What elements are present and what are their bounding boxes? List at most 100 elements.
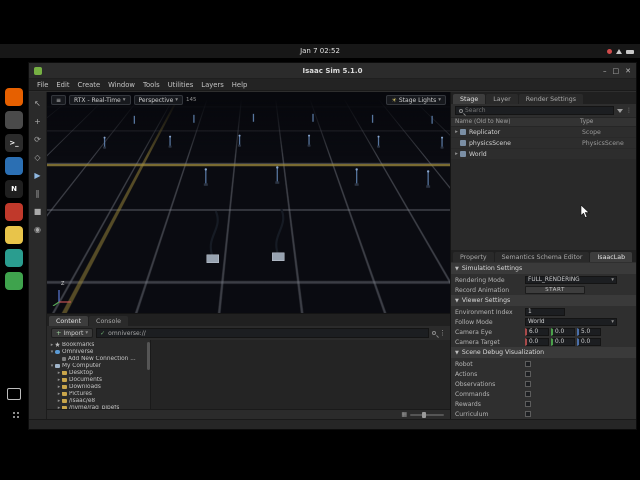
tree-item-my-computer[interactable]: ▾ My Computer — [47, 362, 150, 369]
rendering-mode-value: FULL_RENDERING — [528, 277, 580, 283]
environment-index-field[interactable]: 1 — [525, 308, 565, 316]
tab-property[interactable]: Property — [453, 252, 494, 262]
start-record-button[interactable]: START — [525, 286, 585, 294]
menu-layers[interactable]: Layers — [197, 81, 228, 89]
dock-item-notion[interactable]: N — [5, 180, 23, 198]
camera-target-y-field[interactable]: 0.0 — [551, 338, 575, 346]
commands-checkbox[interactable] — [525, 391, 531, 397]
stop-button[interactable]: ■ — [34, 208, 42, 216]
move-tool-button[interactable]: + — [34, 118, 41, 126]
tab-isaaclab[interactable]: IsaacLab — [590, 252, 632, 262]
menu-edit[interactable]: Edit — [52, 81, 73, 89]
filter-icon[interactable] — [617, 109, 623, 113]
follow-mode-select[interactable]: World ▾ — [525, 318, 617, 326]
menu-file[interactable]: File — [33, 81, 52, 89]
tree-item-path-2[interactable]: ▸/nvme/rag_pipefs — [47, 404, 150, 409]
caret-icon[interactable]: ▸ — [453, 151, 460, 157]
viewport-3d[interactable]: ≡ RTX - Real-Time ▾ Perspective ▾ 145 ☀ — [47, 92, 450, 314]
stage-row-replicator[interactable]: ▸ Replicator Scope — [451, 127, 636, 138]
content-grid[interactable] — [151, 340, 450, 409]
stage-row-world[interactable]: ▸ World — [451, 149, 636, 160]
section-viewer-settings[interactable]: ▼ Viewer Settings — [451, 295, 636, 306]
search-icon — [459, 109, 463, 113]
section-simulation-settings[interactable]: ▼ Simulation Settings — [451, 263, 636, 274]
maximize-button[interactable]: □ — [613, 67, 620, 75]
menu-utilities[interactable]: Utilities — [164, 81, 198, 89]
clock[interactable]: Jan 7 02:52 — [300, 47, 340, 55]
rewards-checkbox[interactable] — [525, 401, 531, 407]
options-icon[interactable]: ⋮ — [439, 330, 446, 337]
camera-eye-z-field[interactable]: 5.0 — [577, 328, 601, 336]
menu-window[interactable]: Window — [104, 81, 139, 89]
scale-tool-button[interactable]: ◇ — [34, 154, 40, 162]
tab-console[interactable]: Console — [89, 316, 128, 326]
play-button[interactable]: ▶ — [34, 172, 40, 180]
renderer-selector[interactable]: RTX - Real-Time ▾ — [69, 95, 131, 105]
import-button[interactable]: + Import ▾ — [51, 328, 93, 338]
tree-scrollbar[interactable] — [147, 342, 150, 370]
tab-content[interactable]: Content — [49, 316, 88, 326]
dock-bottom — [3, 388, 25, 420]
menu-create[interactable]: Create — [74, 81, 105, 89]
dock-item-app-yellow[interactable] — [5, 226, 23, 244]
system-tray[interactable] — [607, 44, 634, 59]
dock-item-app-red[interactable] — [5, 203, 23, 221]
dock-item-app-blue[interactable] — [5, 157, 23, 175]
tree-item-downloads[interactable]: ▸ Downloads — [47, 383, 150, 390]
camera-target-z-field[interactable]: 0.0 — [577, 338, 601, 346]
tree-item-bookmarks[interactable]: ▸ Bookmarks — [47, 341, 150, 348]
dock-item-app-teal[interactable] — [5, 249, 23, 267]
dock-item-terminal[interactable]: >_ — [5, 134, 23, 152]
camera-eye-y-field[interactable]: 0.0 — [551, 328, 575, 336]
tree-item-omniverse[interactable]: ▾ Omniverse — [47, 348, 150, 355]
minimize-button[interactable]: – — [603, 67, 607, 75]
column-name[interactable]: Name (Old to New) — [455, 119, 580, 125]
dock-item-files[interactable] — [5, 111, 23, 129]
robot-checkbox[interactable] — [525, 361, 531, 367]
thumbnail-size-slider[interactable] — [410, 414, 444, 416]
pause-button[interactable]: ∥ — [36, 190, 40, 198]
observations-checkbox[interactable] — [525, 381, 531, 387]
window-titlebar[interactable]: Isaac Sim 5.1.0 – □ ✕ — [29, 63, 636, 79]
close-button[interactable]: ✕ — [625, 67, 631, 75]
tree-item-desktop[interactable]: ▸ Desktop — [47, 369, 150, 376]
actions-checkbox[interactable] — [525, 371, 531, 377]
rotate-tool-button[interactable]: ⟳ — [34, 136, 41, 144]
stage-row-physicsscene[interactable]: physicsScene PhysicsScene — [451, 138, 636, 149]
rendering-mode-select[interactable]: FULL_RENDERING ▾ — [525, 276, 617, 284]
menu-tools[interactable]: Tools — [139, 81, 164, 89]
camera-selector[interactable]: Perspective ▾ — [134, 95, 184, 105]
tree-item-add-connection[interactable]: Add New Connection ... — [47, 355, 150, 362]
tab-semantics-schema-editor[interactable]: Semantics Schema Editor — [495, 252, 590, 262]
tab-layer[interactable]: Layer — [486, 94, 518, 104]
camera-eye-row: Camera Eye 6.0 0.0 5.0 — [451, 327, 636, 337]
stage-search-input[interactable] — [465, 107, 610, 114]
dock-item-app-green[interactable] — [5, 272, 23, 290]
tab-render-settings[interactable]: Render Settings — [519, 94, 583, 104]
section-scene-debug-visualization[interactable]: ▼ Scene Debug Visualization — [451, 347, 636, 358]
dock-item-firefox[interactable] — [5, 88, 23, 106]
options-icon[interactable]: ⋮ — [626, 108, 632, 114]
search-icon[interactable] — [432, 331, 436, 335]
tab-stage[interactable]: Stage — [453, 94, 485, 104]
snap-button[interactable]: ◉ — [34, 226, 41, 234]
curriculum-checkbox[interactable] — [525, 411, 531, 417]
tree-item-documents[interactable]: ▸ Documents — [47, 376, 150, 383]
stage-lights-selector[interactable]: ☀ Stage Lights ▾ — [386, 95, 446, 105]
viewport-menu-button[interactable]: ≡ — [51, 95, 66, 105]
tree-item-pictures[interactable]: ▸ Pictures — [47, 390, 150, 397]
stage-search-box[interactable] — [455, 106, 614, 115]
caret-icon[interactable]: ▸ — [453, 129, 460, 135]
section-label: Viewer Settings — [462, 297, 510, 304]
camera-target-x-field[interactable]: 0.0 — [525, 338, 549, 346]
tree-item-path-1[interactable]: ▸/isaac/e8 — [47, 397, 150, 404]
select-tool-button[interactable]: ↖ — [34, 100, 41, 108]
show-apps-button[interactable] — [7, 406, 21, 420]
slider-thumb[interactable] — [422, 412, 426, 418]
workspace-button[interactable] — [7, 388, 21, 400]
menu-help[interactable]: Help — [228, 81, 252, 89]
camera-eye-x-field[interactable]: 6.0 — [525, 328, 549, 336]
path-field[interactable]: ✓ omniverse:// — [96, 328, 429, 338]
column-type[interactable]: Type — [580, 119, 632, 125]
stage-empty-area[interactable] — [451, 160, 636, 250]
